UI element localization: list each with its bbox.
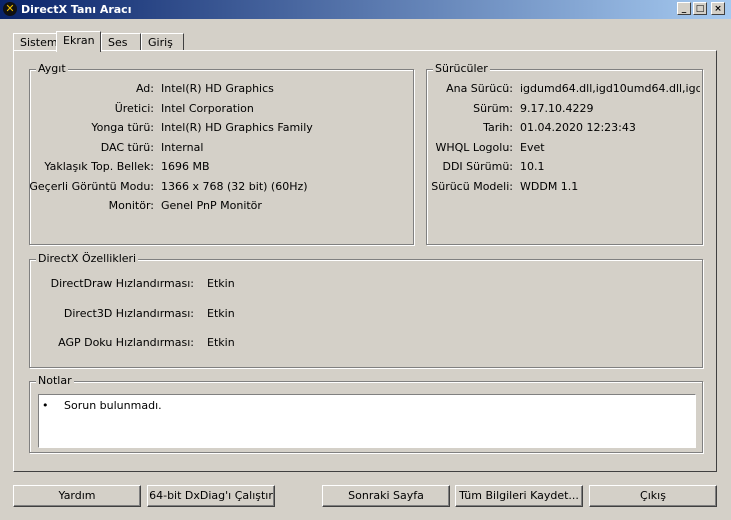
manufacturer-value: Intel Corporation [161, 102, 254, 115]
window-title: DirectX Tanı Aracı [21, 3, 132, 16]
tab-sistem[interactable]: Sistem [13, 33, 58, 51]
driver-date-value: 01.04.2020 12:23:43 [520, 121, 636, 134]
tab-ses[interactable]: Ses [101, 33, 141, 51]
drivers-group: Sürücüler Ana Sürücü: igdumd64.dll,igd10… [426, 62, 703, 245]
device-name-value: Intel(R) HD Graphics [161, 82, 274, 95]
driver-date-label: Tarih: [483, 121, 513, 134]
direct3d-accel-value: Etkin [207, 307, 235, 320]
agp-texture-accel-value: Etkin [207, 336, 235, 349]
agp-texture-accel-label: AGP Doku Hızlandırması: [58, 336, 194, 349]
minimize-button[interactable]: _ [677, 2, 691, 15]
run-64bit-dxdiag-button[interactable]: 64-bit DxDiag'ı Çalıştır [147, 485, 275, 507]
chip-type-label: Yonga türü: [91, 121, 154, 134]
notes-group: Notlar • Sorun bulunmadı. [29, 374, 703, 453]
tab-ekran[interactable]: Ekran [56, 31, 101, 52]
ddi-version-label: DDI Sürümü: [442, 160, 513, 173]
display-mode-label: Geçerli Görüntü Modu: [29, 180, 154, 193]
monitor-label: Monitör: [108, 199, 154, 212]
total-memory-value: 1696 MB [161, 160, 210, 173]
display-mode-value: 1366 x 768 (32 bit) (60Hz) [161, 180, 308, 193]
help-button[interactable]: Yardım [13, 485, 141, 507]
dac-type-label: DAC türü: [100, 141, 154, 154]
notes-group-legend: Notlar [36, 374, 74, 388]
total-memory-label: Yaklaşık Top. Bellek: [44, 160, 154, 173]
main-driver-value: igdumd64.dll,igd10umd64.dll,igd10um [520, 82, 700, 95]
tab-label: Sistem [20, 36, 58, 49]
directx-features-group: DirectX Özellikleri DirectDraw Hızlandır… [29, 252, 703, 368]
whql-logo-value: Evet [520, 141, 545, 154]
tab-label: Ses [108, 36, 128, 49]
device-name-label: Ad: [135, 82, 154, 95]
whql-logo-label: WHQL Logolu: [435, 141, 513, 154]
directdraw-accel-label: DirectDraw Hızlandırması: [50, 277, 194, 290]
notes-textbox[interactable]: • Sorun bulunmadı. [38, 394, 696, 448]
directx-x-icon[interactable]: ✕ [3, 2, 17, 16]
title-bar[interactable]: ✕ DirectX Tanı Aracı _ □ × [0, 0, 731, 19]
driver-model-label: Sürücü Modeli: [431, 180, 513, 193]
ddi-version-value: 10.1 [520, 160, 545, 173]
main-driver-label: Ana Sürücü: [446, 82, 513, 95]
display-tab-panel: Aygıt Ad: Intel(R) HD Graphics Üretici: … [13, 50, 717, 472]
note-bullet: • [42, 399, 49, 412]
note-item: Sorun bulunmadı. [64, 399, 162, 412]
driver-version-label: Sürüm: [473, 102, 513, 115]
monitor-value: Genel PnP Monitör [161, 199, 262, 212]
chip-type-value: Intel(R) HD Graphics Family [161, 121, 313, 134]
save-all-info-button[interactable]: Tüm Bilgileri Kaydet... [455, 485, 583, 507]
manufacturer-label: Üretici: [114, 102, 154, 115]
tab-label: Ekran [63, 34, 95, 47]
next-page-button[interactable]: Sonraki Sayfa [322, 485, 450, 507]
directdraw-accel-value: Etkin [207, 277, 235, 290]
device-group: Aygıt Ad: Intel(R) HD Graphics Üretici: … [29, 62, 414, 245]
features-group-legend: DirectX Özellikleri [36, 252, 139, 266]
dac-type-value: Internal [161, 141, 204, 154]
tab-giris[interactable]: Giriş [141, 33, 184, 51]
device-group-legend: Aygıt [36, 62, 68, 76]
maximize-button[interactable]: □ [693, 2, 707, 15]
tab-label: Giriş [148, 36, 173, 49]
drivers-group-legend: Sürücüler [433, 62, 490, 76]
exit-button[interactable]: Çıkış [589, 485, 717, 507]
driver-model-value: WDDM 1.1 [520, 180, 579, 193]
direct3d-accel-label: Direct3D Hızlandırması: [63, 307, 194, 320]
close-button[interactable]: × [711, 2, 725, 15]
driver-version-value: 9.17.10.4229 [520, 102, 594, 115]
